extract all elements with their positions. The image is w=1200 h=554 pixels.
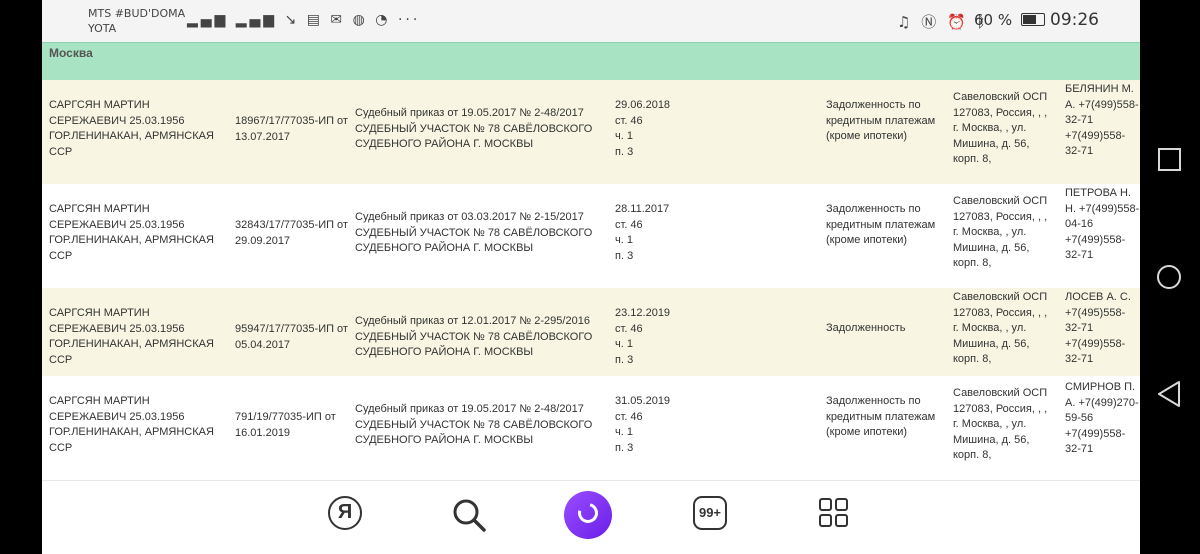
battery-icon	[1020, 13, 1045, 26]
nfc-icon: Ⓝ	[921, 13, 940, 31]
bailiff-cell: ЛОСЕВ А. С. +7(495)558-32-71 +7(499)558-…	[1065, 291, 1131, 365]
enforcement-table: Москва САРГСЯН МАРТИН СЕРЕЖАЕВИЧ 25.03.1…	[42, 42, 1140, 480]
back-triangle-icon	[1158, 381, 1180, 407]
bailiff-cell: СМИРНОВ П. А. +7(499)270-59-56 +7(499)55…	[1065, 381, 1139, 455]
table-row: САРГСЯН МАРТИН СЕРЕЖАЕВИЧ 25.03.1956 ГОР…	[42, 288, 1140, 376]
status-bar: MTS #BUD'DOMA YOTA ▂▄▆ ▂▄▆ ↘ ▤ ✉ ◍ ◔ ···…	[42, 0, 1140, 42]
mail-icon: ✉	[330, 12, 346, 28]
grid-icon	[814, 493, 858, 537]
bailiff-cell: ПЕТРОВА Н. Н. +7(499)558-04-16 +7(499)55…	[1065, 187, 1140, 261]
bailiff-cell: БЕЛЯНИН М. А. +7(499)558-32-71 +7(499)55…	[1065, 83, 1139, 157]
carrier-name: MTS #BUD'DOMA YOTA	[88, 7, 186, 35]
ip-cell: 95947/17/77035-ИП от 05.04.2017	[235, 323, 348, 351]
ip-cell: 791/19/77035-ИП от 16.01.2019	[235, 411, 336, 439]
subject-cell: Задолженность по кредитным платежам (кро…	[826, 203, 936, 246]
debtor-cell: САРГСЯН МАРТИН СЕРЕЖАЕВИЧ 25.03.1956 ГОР…	[49, 99, 214, 158]
clock: 09:26	[1050, 10, 1099, 30]
end-reason-cell: 23.12.2019 ст. 46 ч. 1 п. 3	[615, 307, 671, 366]
missed-call-icon: ↘	[284, 12, 300, 28]
document-cell: Судебный приказ от 12.01.2017 № 2-295/20…	[355, 315, 593, 358]
app-icon: ◔	[375, 12, 391, 28]
alarm-icon: ⏰	[947, 13, 969, 31]
end-reason-cell: 31.05.2019 ст. 46 ч. 1 п. 3	[615, 395, 671, 454]
department-cell: Савеловский ОСП 127083, Россия, , , г. М…	[953, 91, 1048, 165]
department-cell: Савеловский ОСП 127083, Россия, , , г. М…	[953, 195, 1048, 269]
sim-icon: ▤	[306, 12, 323, 28]
table-row: САРГСЯН МАРТИН СЕРЕЖАЕВИЧ 25.03.1956 ГОР…	[42, 376, 1140, 480]
end-reason-cell: 28.11.2017 ст. 46 ч. 1 п. 3	[615, 203, 670, 262]
document-cell: Судебный приказ от 19.05.2017 № 2-48/201…	[355, 403, 593, 446]
sber-icon: ◍	[352, 12, 368, 28]
back-button[interactable]	[1150, 374, 1190, 414]
signal-4g-icon: ▂▄▆	[235, 12, 278, 28]
ip-cell: 32843/17/77035-ИП от 29.09.2017	[235, 219, 348, 247]
circle-icon	[1157, 265, 1181, 289]
recent-apps-button[interactable]	[1150, 140, 1190, 180]
search-button[interactable]	[447, 493, 491, 537]
subject-cell: Задолженность по кредитным платежам (кро…	[826, 395, 936, 438]
city-header: Москва	[42, 42, 1140, 80]
more-icon: ···	[397, 12, 421, 28]
browser-bottom-nav: Я 99+	[42, 480, 1140, 554]
table-row: САРГСЯН МАРТИН СЕРЕЖАЕВИЧ 25.03.1956 ГОР…	[42, 184, 1140, 288]
browser-screen: MTS #BUD'DOMA YOTA ▂▄▆ ▂▄▆ ↘ ▤ ✉ ◍ ◔ ···…	[42, 0, 1140, 554]
services-button[interactable]	[814, 493, 858, 537]
department-cell: Савеловский ОСП 127083, Россия, , , г. М…	[953, 387, 1048, 461]
document-cell: Судебный приказ от 19.05.2017 № 2-48/201…	[355, 107, 593, 150]
signal-icon: ▂▄▆	[187, 12, 229, 28]
battery-indicator: 60 %	[974, 11, 1045, 29]
department-cell: Савеловский ОСП 127083, Россия, , , г. М…	[953, 291, 1048, 365]
status-icons-left: ▂▄▆ ▂▄▆ ↘ ▤ ✉ ◍ ◔ ···	[187, 12, 420, 28]
alice-button[interactable]	[564, 491, 612, 539]
home-button[interactable]	[1150, 258, 1190, 298]
table-rows: САРГСЯН МАРТИН СЕРЕЖАЕВИЧ 25.03.1956 ГОР…	[42, 80, 1140, 480]
tabs-icon: 99+	[693, 496, 727, 530]
table-row: САРГСЯН МАРТИН СЕРЕЖАЕВИЧ 25.03.1956 ГОР…	[42, 80, 1140, 184]
document-cell: Судебный приказ от 03.03.2017 № 2-15/201…	[355, 211, 593, 254]
yandex-home-button[interactable]: Я	[325, 493, 369, 537]
subject-cell: Задолженность по кредитным платежам (кро…	[826, 99, 936, 142]
debtor-cell: САРГСЯН МАРТИН СЕРЕЖАЕВИЧ 25.03.1956 ГОР…	[49, 203, 214, 262]
ip-cell: 18967/17/77035-ИП от 13.07.2017	[235, 115, 348, 143]
debtor-cell: САРГСЯН МАРТИН СЕРЕЖАЕВИЧ 25.03.1956 ГОР…	[49, 395, 214, 454]
yandex-icon: Я	[328, 496, 362, 530]
debtor-cell: САРГСЯН МАРТИН СЕРЕЖАЕВИЧ 25.03.1956 ГОР…	[49, 307, 214, 366]
subject-cell: Задолженность	[826, 322, 906, 334]
alice-icon	[574, 499, 602, 527]
headset-icon: ♫	[897, 13, 914, 31]
search-icon	[453, 499, 486, 532]
tabs-button[interactable]: 99+	[690, 493, 734, 537]
square-icon	[1158, 148, 1181, 171]
end-reason-cell: 29.06.2018 ст. 46 ч. 1 п. 3	[615, 99, 671, 158]
